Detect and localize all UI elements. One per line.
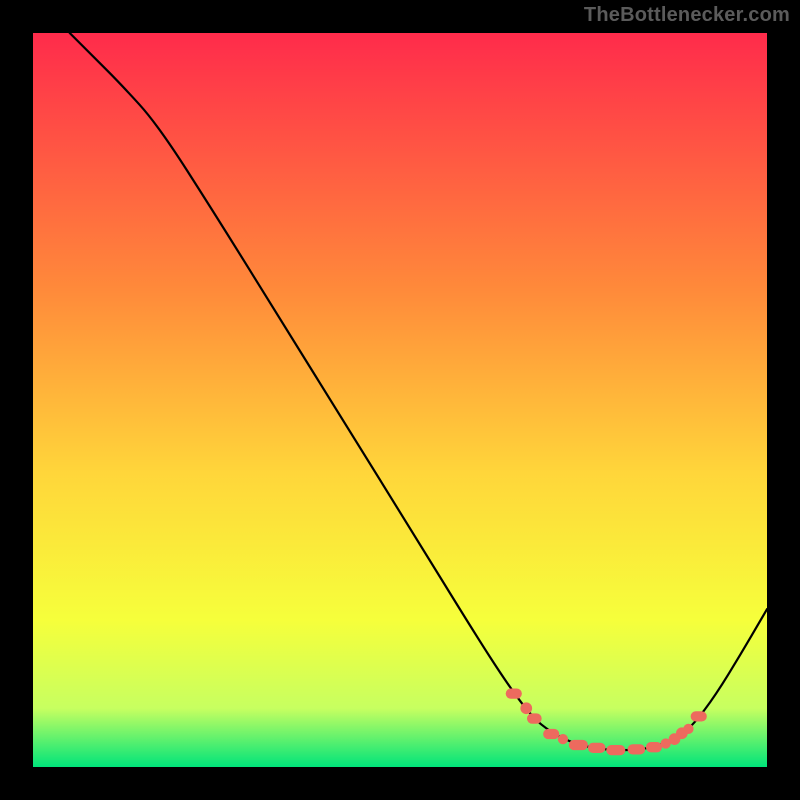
curve-marker bbox=[527, 713, 542, 723]
curve-marker bbox=[683, 724, 693, 734]
curve-marker bbox=[569, 740, 588, 750]
chart-svg bbox=[33, 33, 767, 767]
curve-marker bbox=[691, 711, 707, 721]
gradient-background bbox=[33, 33, 767, 767]
plot-area bbox=[33, 33, 767, 767]
watermark-text: TheBottlenecker.com bbox=[584, 4, 790, 27]
curve-marker bbox=[646, 742, 662, 752]
curve-marker bbox=[506, 688, 522, 698]
curve-marker bbox=[606, 745, 625, 755]
curve-marker bbox=[628, 744, 646, 754]
curve-marker bbox=[520, 702, 532, 714]
curve-marker bbox=[558, 734, 568, 744]
chart-container: TheBottlenecker.com bbox=[0, 0, 800, 800]
curve-marker bbox=[588, 743, 606, 753]
curve-marker bbox=[543, 729, 559, 739]
